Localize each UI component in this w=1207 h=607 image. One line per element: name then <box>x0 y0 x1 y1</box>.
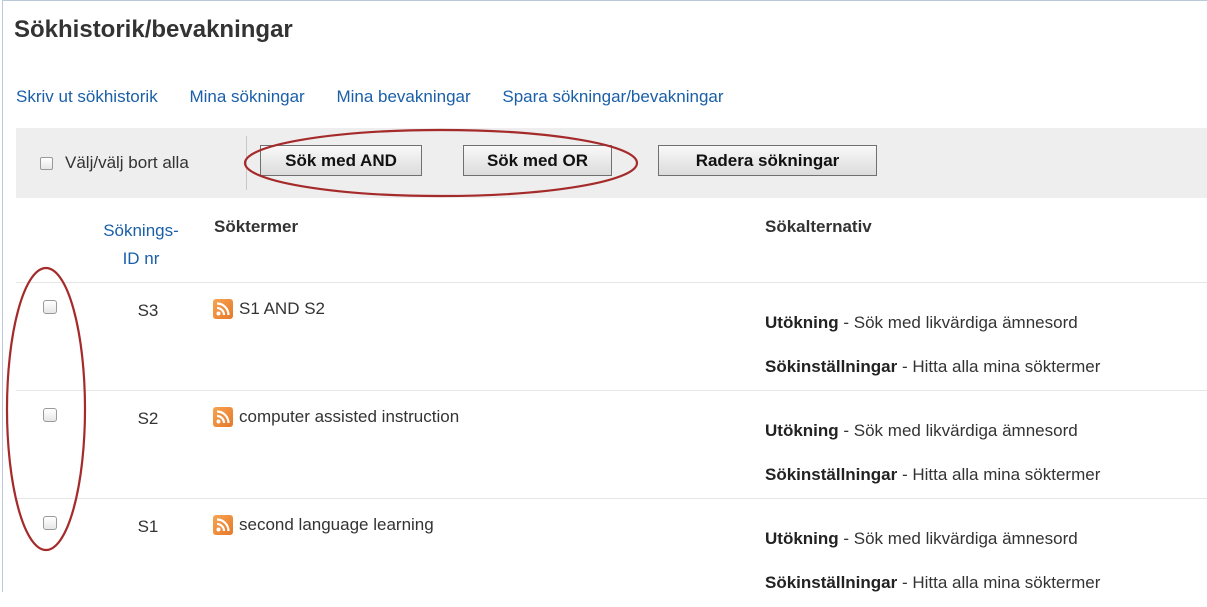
row-select-checkbox[interactable] <box>43 408 57 422</box>
rss-feed-icon[interactable] <box>213 299 233 319</box>
page-title: Sökhistorik/bevakningar <box>14 16 293 43</box>
search-option-settings: Sökinställningar - Hitta alla mina sökte… <box>765 357 1100 377</box>
rss-feed-icon[interactable] <box>213 515 233 535</box>
option-value: - Sök med likvärdiga ämnesord <box>838 421 1078 440</box>
search-terms[interactable]: computer assisted instruction <box>239 407 459 427</box>
column-header-search-id[interactable]: Söknings- ID nr <box>92 217 190 273</box>
rss-feed-icon[interactable] <box>213 407 233 427</box>
select-all-checkbox[interactable] <box>40 156 53 170</box>
my-searches-link[interactable]: Mina sökningar <box>189 87 304 106</box>
select-all-label: Välj/välj bort alla <box>65 153 189 172</box>
table-row: S3 S1 AND S2 Utökning - Sök med likvärdi… <box>0 283 1207 391</box>
option-label: Sökinställningar <box>765 573 898 592</box>
search-option-expander: Utökning - Sök med likvärdiga ämnesord <box>765 313 1078 333</box>
search-option-expander: Utökning - Sök med likvärdiga ämnesord <box>765 529 1078 549</box>
search-option-settings: Sökinställningar - Hitta alla mina sökte… <box>765 573 1100 593</box>
search-terms[interactable]: S1 AND S2 <box>239 299 325 319</box>
column-header-search-options: Sökalternativ <box>765 217 872 236</box>
search-with-and-button[interactable]: Sök med AND <box>260 145 422 176</box>
table-row: S1 second language learning Utökning - S… <box>0 499 1207 607</box>
delete-searches-button[interactable]: Radera sökningar <box>658 145 877 176</box>
search-terms[interactable]: second language learning <box>239 515 434 535</box>
history-toolbar: Välj/välj bort alla Sök med AND Sök med … <box>16 128 1207 198</box>
option-label: Sökinställningar <box>765 357 898 376</box>
toolbar-divider <box>246 136 247 190</box>
column-header-id-line1: Söknings- <box>103 221 179 240</box>
select-all-control[interactable]: Välj/välj bort alla <box>40 153 189 173</box>
option-value: - Sök med likvärdiga ämnesord <box>838 313 1078 332</box>
my-alerts-link[interactable]: Mina bevakningar <box>336 87 470 106</box>
table-row: S2 computer assisted instruction Utöknin… <box>0 391 1207 499</box>
option-label: Utökning <box>765 529 839 548</box>
print-history-link[interactable]: Skriv ut sökhistorik <box>16 87 158 106</box>
option-value: - Hitta alla mina söktermer <box>897 573 1101 592</box>
save-searches-link[interactable]: Spara sökningar/bevakningar <box>502 87 723 106</box>
option-value: - Hitta alla mina söktermer <box>897 465 1101 484</box>
history-links: Skriv ut sökhistorik Mina sökningar Mina… <box>16 87 751 107</box>
option-label: Sökinställningar <box>765 465 898 484</box>
column-header-search-terms: Söktermer <box>214 217 299 236</box>
search-option-settings: Sökinställningar - Hitta alla mina sökte… <box>765 465 1100 485</box>
row-select-checkbox[interactable] <box>43 516 57 530</box>
search-with-or-button[interactable]: Sök med OR <box>463 145 612 176</box>
option-value: - Sök med likvärdiga ämnesord <box>838 529 1078 548</box>
option-value: - Hitta alla mina söktermer <box>897 357 1101 376</box>
row-select-checkbox[interactable] <box>43 300 57 314</box>
column-header-id-line2: ID nr <box>122 249 160 268</box>
option-label: Utökning <box>765 313 839 332</box>
option-label: Utökning <box>765 421 839 440</box>
search-id: S1 <box>137 517 159 536</box>
frame-top-border <box>2 0 1207 1</box>
search-id: S3 <box>137 301 159 320</box>
search-option-expander: Utökning - Sök med likvärdiga ämnesord <box>765 421 1078 441</box>
search-id: S2 <box>137 409 159 428</box>
